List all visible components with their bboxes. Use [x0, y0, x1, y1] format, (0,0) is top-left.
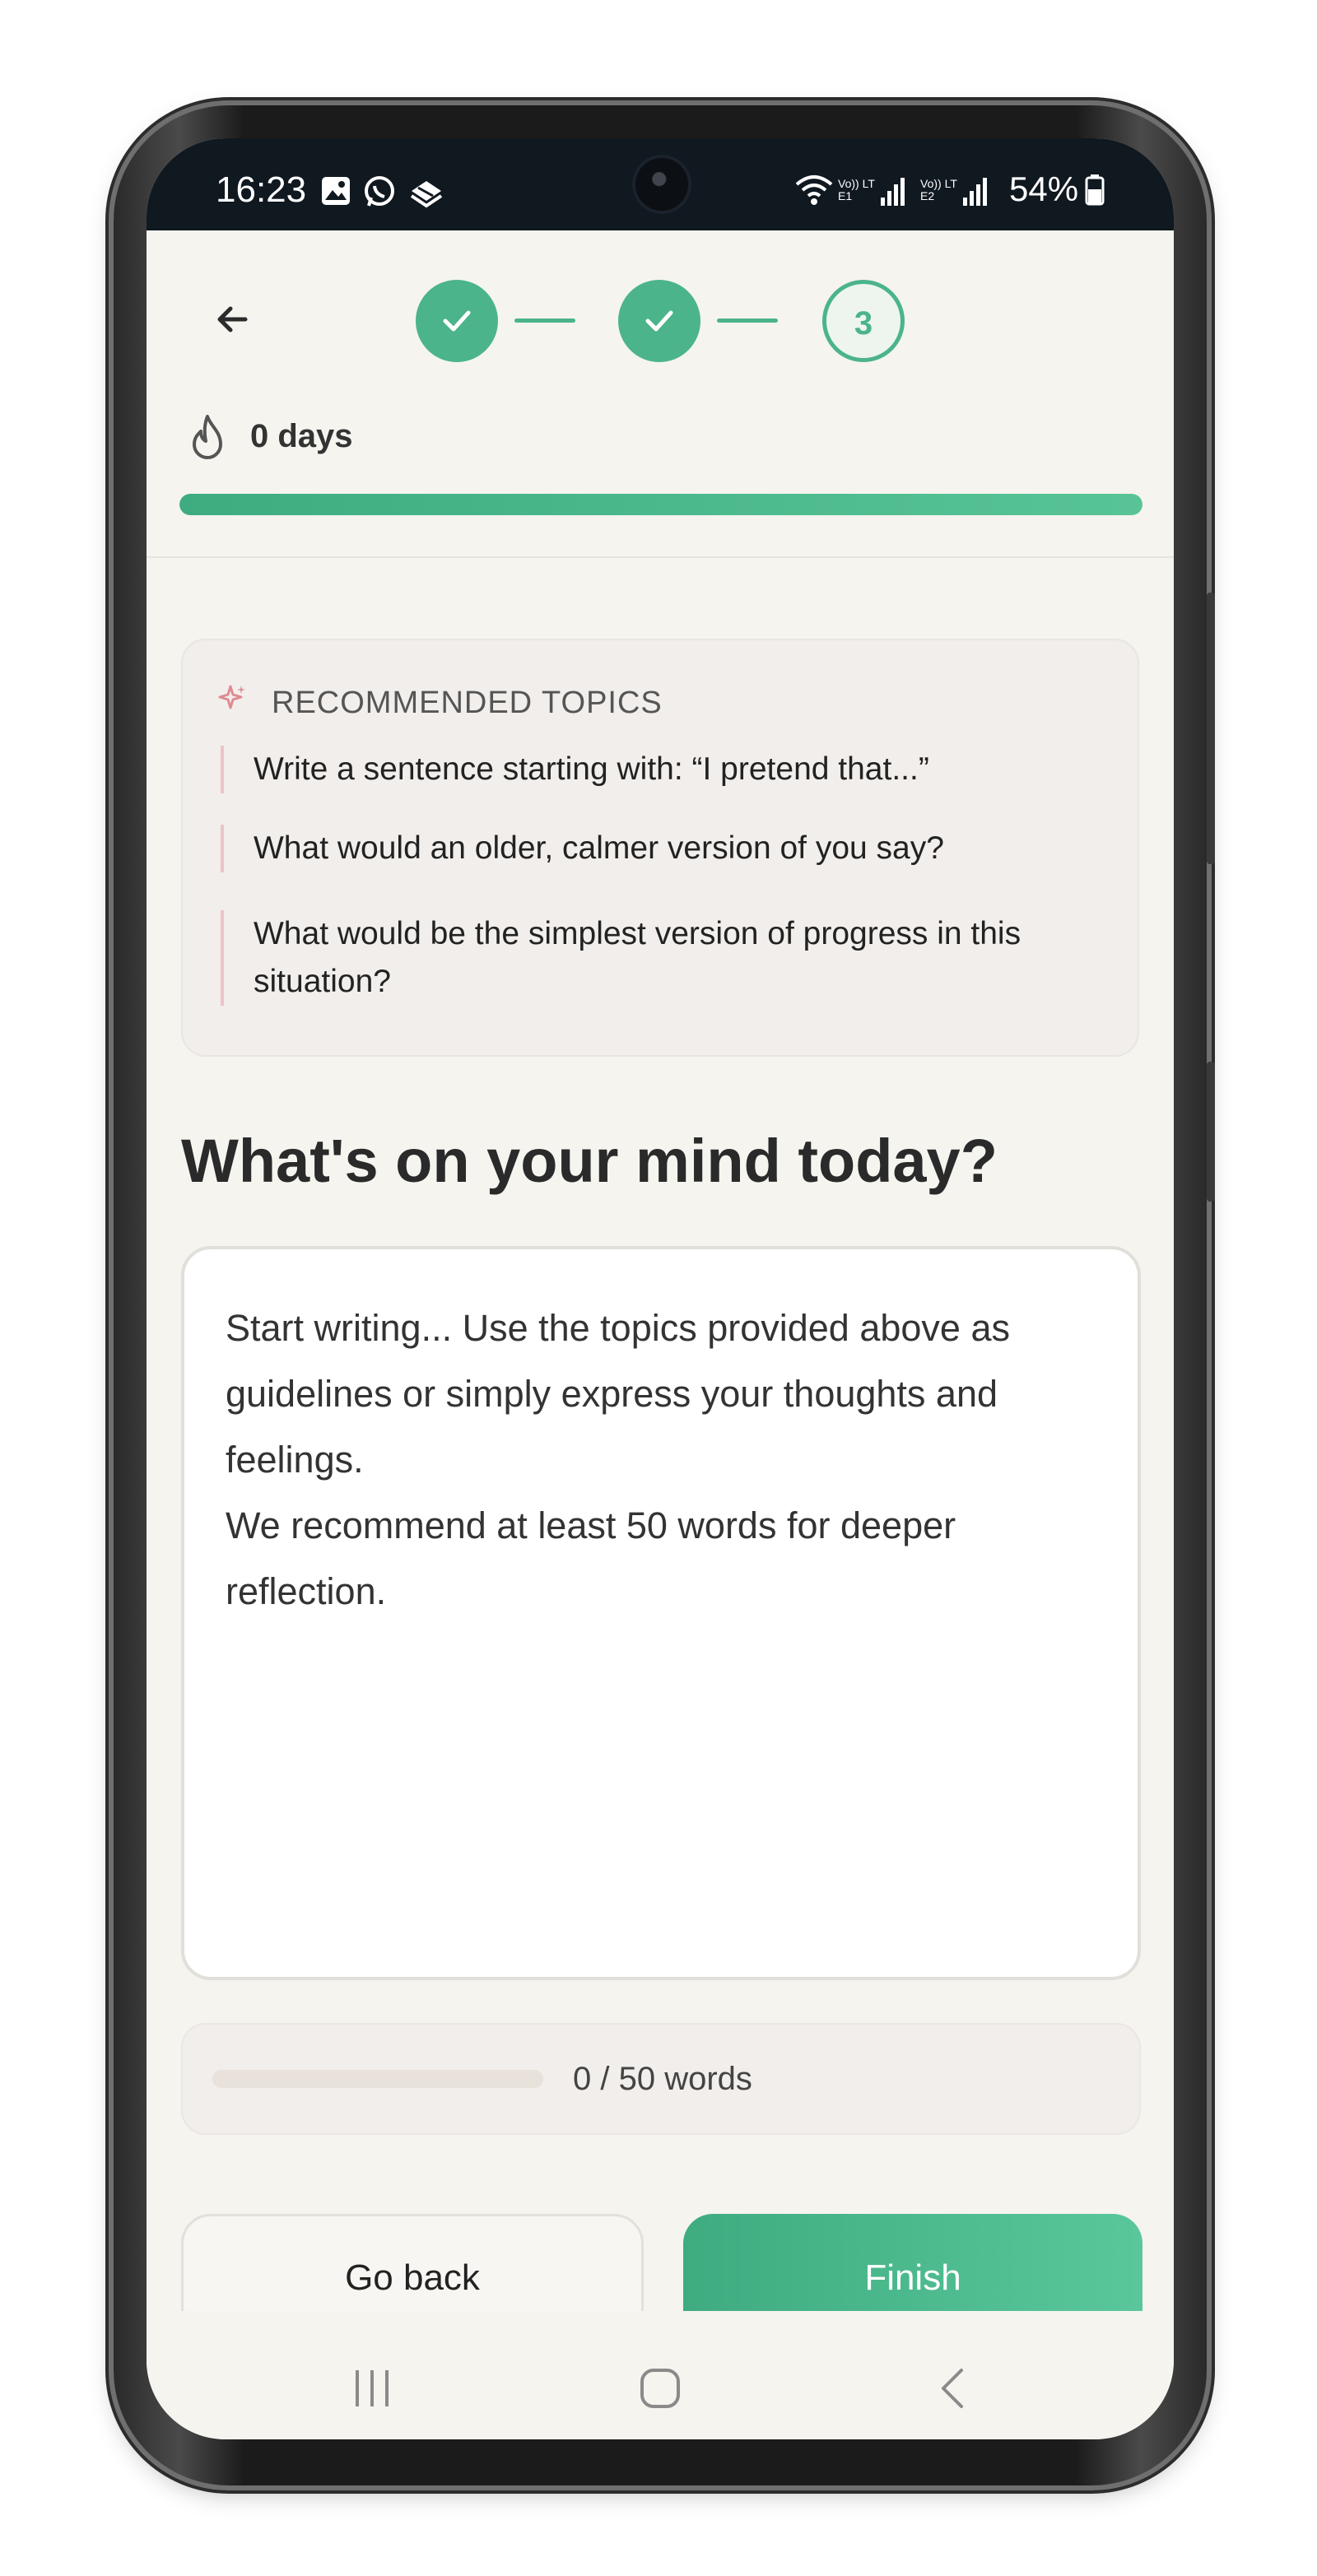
- check-icon: [443, 310, 471, 332]
- wifi-icon: [795, 175, 833, 205]
- volume-button: [1207, 593, 1215, 864]
- power-button: [1207, 1062, 1215, 1202]
- home-icon[interactable]: [637, 2365, 683, 2411]
- header-divider: [147, 556, 1174, 558]
- page-title: What's on your mind today?: [181, 1127, 998, 1195]
- step-2-complete: [618, 280, 700, 362]
- step-3-current: 3: [822, 280, 905, 362]
- step-1-complete: [416, 280, 498, 362]
- status-bar: 16:23 Vo)) LTE1 Vo)) LTE2 54%: [147, 138, 1174, 230]
- battery-percent: 54%: [1009, 170, 1079, 208]
- back-icon[interactable]: [932, 2365, 978, 2411]
- check-icon: [645, 310, 673, 332]
- app-notification-icon: [410, 181, 443, 208]
- topic-item[interactable]: Write a sentence starting with: “I prete…: [221, 746, 1142, 793]
- sparkle-icon: [218, 685, 245, 709]
- screen: 16:23 Vo)) LTE1 Vo)) LTE2 54% 3 0 days R…: [147, 138, 1174, 2439]
- streak-days: 0 days: [250, 418, 353, 454]
- step-connector: [514, 319, 575, 323]
- topic-item[interactable]: What would an older, calmer version of y…: [221, 825, 1142, 872]
- step-connector: [717, 319, 778, 323]
- front-camera: [635, 158, 688, 211]
- word-count: 0 / 50 words: [573, 2061, 752, 2097]
- step-number: 3: [854, 305, 873, 342]
- recent-apps-icon[interactable]: [349, 2365, 395, 2411]
- clock: 16:23: [216, 170, 307, 210]
- topics-title: RECOMMENDED TOPICS: [272, 686, 663, 720]
- signal-1-icon: [881, 178, 905, 206]
- back-arrow-icon[interactable]: [209, 295, 258, 344]
- flame-icon: [193, 415, 222, 459]
- topic-item[interactable]: What would be the simplest version of pr…: [221, 910, 1077, 1006]
- streak-progress-fill: [179, 494, 1142, 515]
- streak-progress-bar: [179, 494, 1142, 515]
- lte2-label: Vo)) LTE2: [920, 177, 957, 202]
- journal-text-area[interactable]: Start writing... Use the topics provided…: [181, 1246, 1141, 1980]
- whatsapp-icon: [365, 176, 394, 207]
- lte1-label: Vo)) LTE1: [838, 177, 875, 202]
- gallery-icon: [322, 177, 350, 205]
- signal-2-icon: [963, 178, 987, 206]
- word-progress-bar: [212, 2070, 543, 2088]
- battery-icon: [1085, 174, 1105, 206]
